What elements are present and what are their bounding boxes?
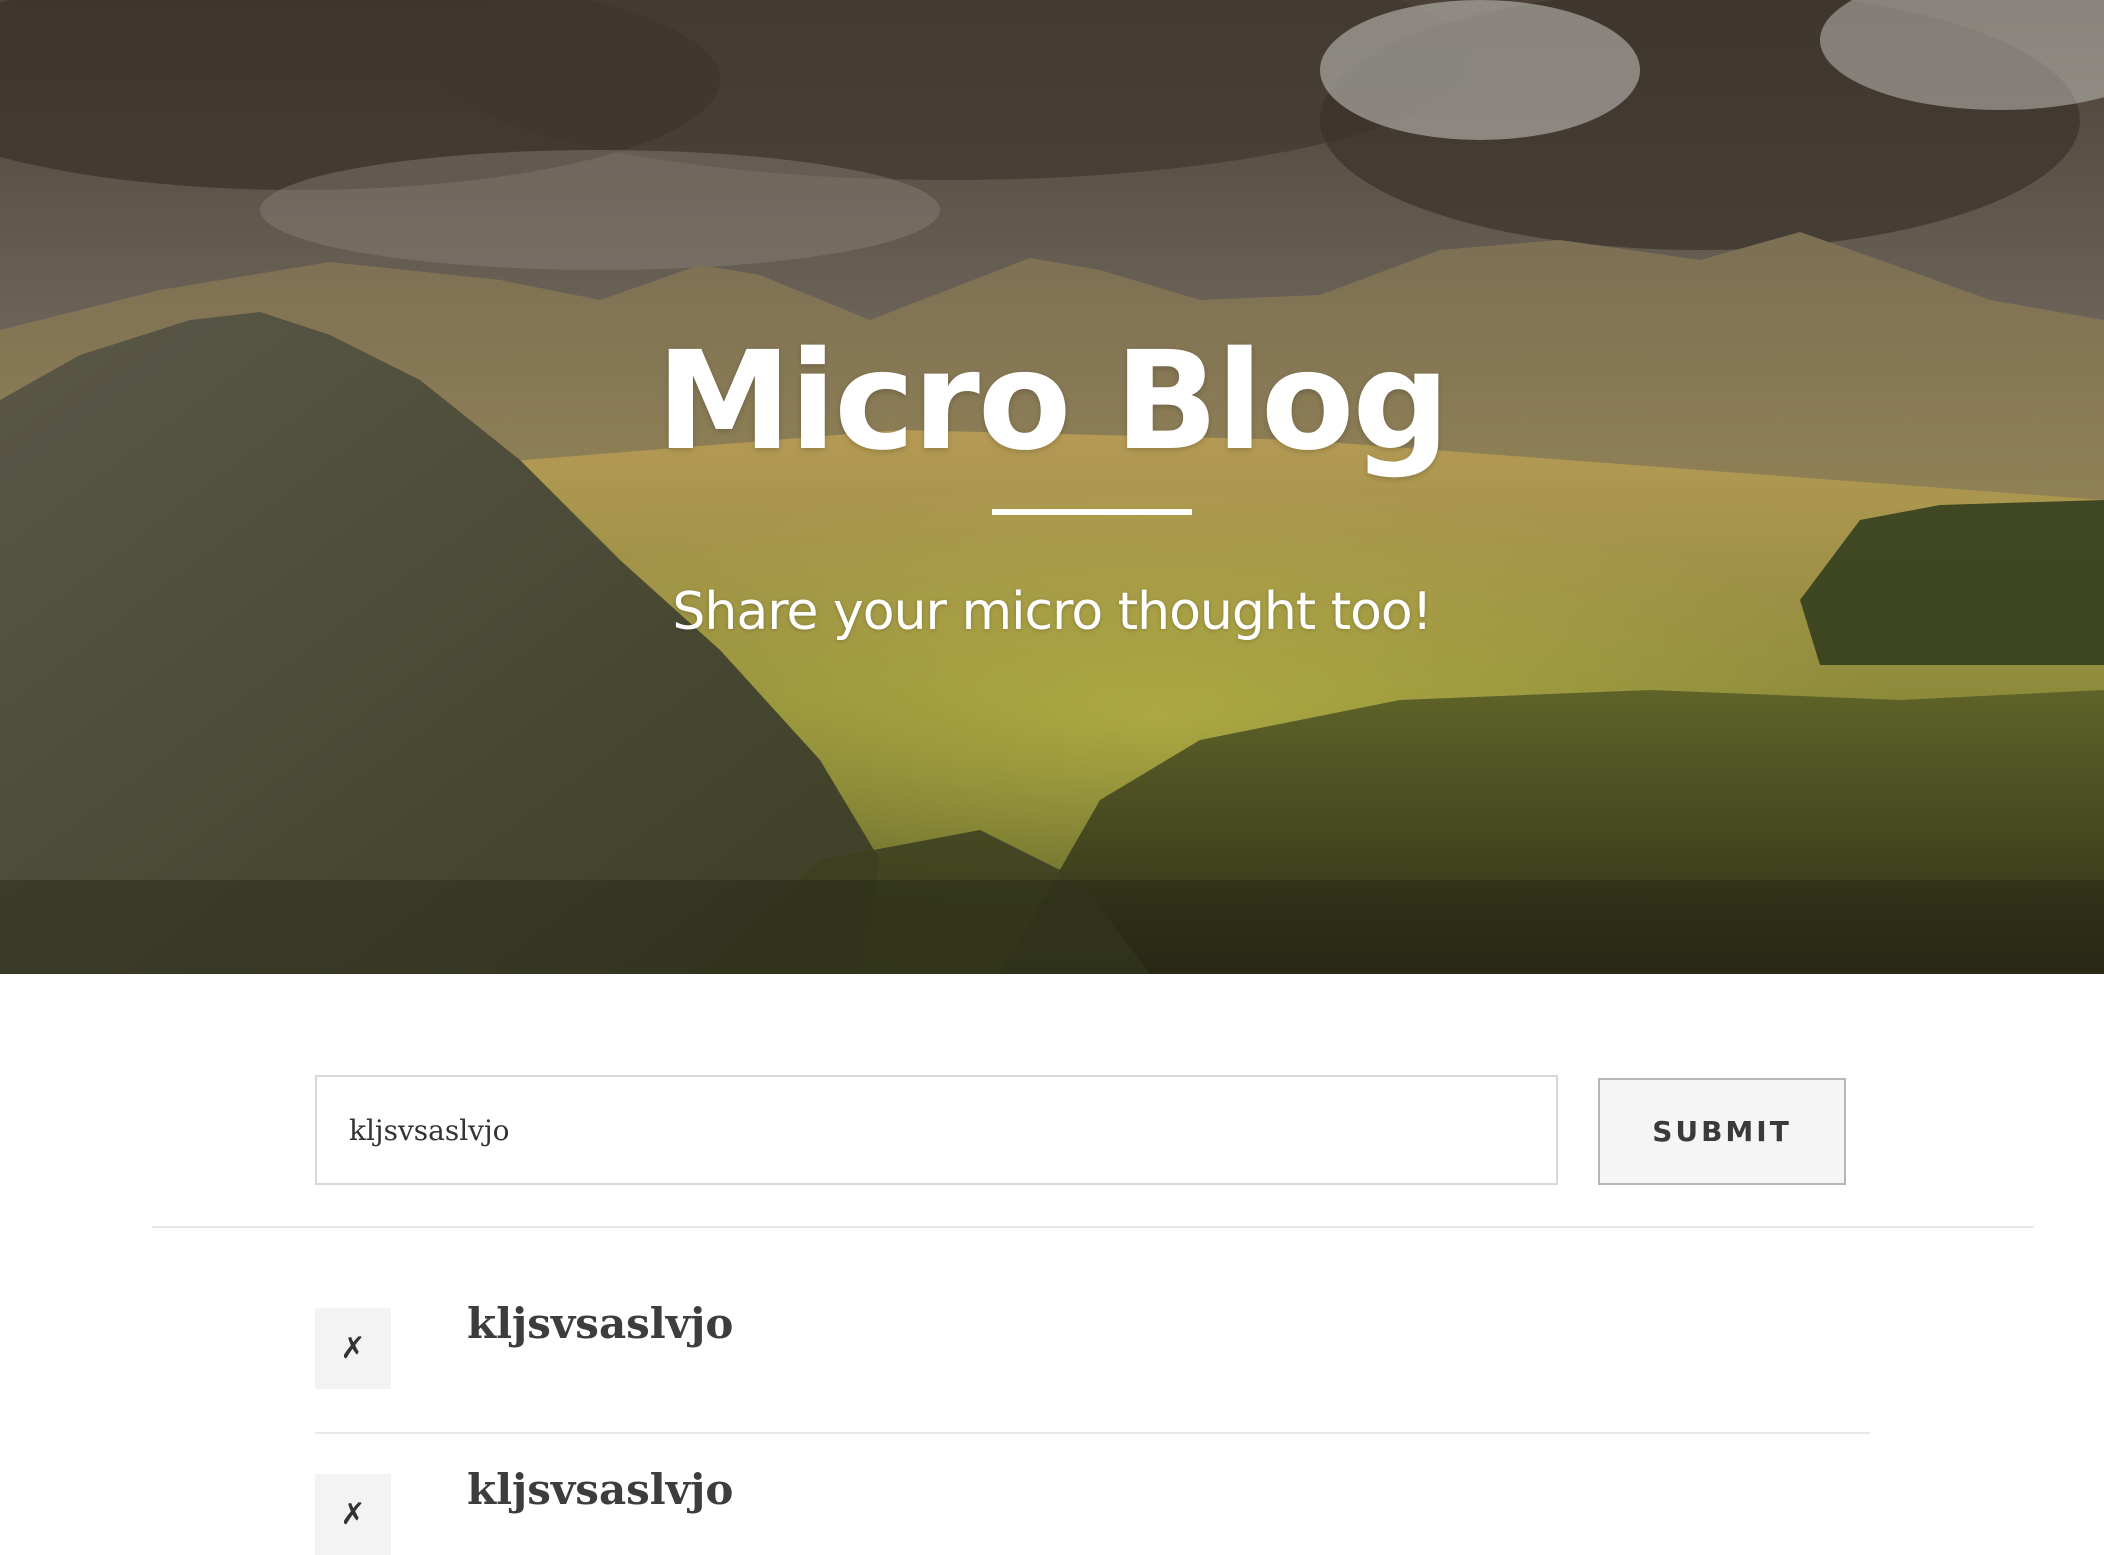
site-tagline: Share your micro thought too! bbox=[672, 582, 1432, 642]
title-underline bbox=[992, 509, 1192, 515]
section-divider bbox=[152, 1226, 2034, 1228]
post-text: kljsvsaslvjo bbox=[467, 1465, 734, 1514]
hero-banner: Micro Blog Share your micro thought too! bbox=[0, 0, 2104, 974]
site-title: Micro Blog bbox=[656, 323, 1449, 481]
submit-button[interactable]: SUBMIT bbox=[1598, 1078, 1846, 1185]
hero-background-image bbox=[0, 0, 2104, 974]
post-text: kljsvsaslvjo bbox=[467, 1299, 734, 1348]
delete-post-button[interactable]: ✗ bbox=[315, 1308, 391, 1389]
delete-post-button[interactable]: ✗ bbox=[315, 1474, 391, 1555]
post-input[interactable] bbox=[315, 1075, 1558, 1185]
post-divider bbox=[315, 1432, 1870, 1434]
